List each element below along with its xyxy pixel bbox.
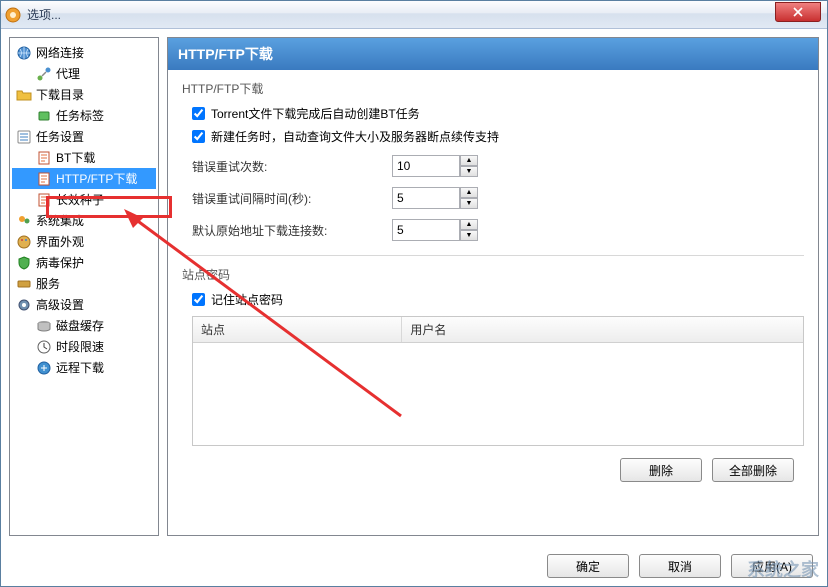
remote-icon <box>36 360 52 376</box>
group-http: HTTP/FTP下载 <box>182 80 804 97</box>
gear-icon <box>16 297 32 313</box>
globe-icon <box>16 45 32 61</box>
tree-item-9[interactable]: 界面外观 <box>12 231 156 252</box>
checkbox-query-filesize[interactable] <box>192 130 205 143</box>
tree-item-11[interactable]: 服务 <box>12 273 156 294</box>
tree-item-label: 远程下载 <box>56 359 104 376</box>
tree-item-label: 任务设置 <box>36 128 84 145</box>
tag-icon <box>36 108 52 124</box>
tree-item-14[interactable]: 时段限速 <box>12 336 156 357</box>
tree-item-10[interactable]: 病毒保护 <box>12 252 156 273</box>
label-remember-password: 记住站点密码 <box>211 291 283 308</box>
tree-item-label: 网络连接 <box>36 44 84 61</box>
tree-item-label: 界面外观 <box>36 233 84 250</box>
tree-item-1[interactable]: 代理 <box>12 63 156 84</box>
page-icon <box>36 192 52 208</box>
titlebar: 选项... <box>1 1 827 29</box>
page-icon <box>36 171 52 187</box>
palette-icon <box>16 234 32 250</box>
input-retry-count[interactable] <box>392 155 460 177</box>
delete-all-button[interactable]: 全部删除 <box>712 458 794 482</box>
tree-item-label: 高级设置 <box>36 296 84 313</box>
spin-up-retry-count[interactable]: ▲ <box>460 155 478 166</box>
input-retry-interval[interactable] <box>392 187 460 209</box>
tree-item-13[interactable]: 磁盘缓存 <box>12 315 156 336</box>
ok-button[interactable]: 确定 <box>547 554 629 578</box>
spin-down-connections[interactable]: ▼ <box>460 230 478 241</box>
checkbox-remember-password[interactable] <box>192 293 205 306</box>
label-auto-create-bt: Torrent文件下载完成后自动创建BT任务 <box>211 105 420 122</box>
tree-item-0[interactable]: 网络连接 <box>12 42 156 63</box>
group-site-password: 站点密码 <box>182 266 804 283</box>
checkbox-auto-create-bt[interactable] <box>192 107 205 120</box>
divider <box>182 255 804 256</box>
tree-item-7[interactable]: 长效种子 <box>12 189 156 210</box>
tree-item-15[interactable]: 远程下载 <box>12 357 156 378</box>
app-icon <box>5 7 21 23</box>
tree-item-label: 长效种子 <box>56 191 104 208</box>
spin-up-retry-interval[interactable]: ▲ <box>460 187 478 198</box>
tasks-icon <box>16 129 32 145</box>
tree-item-4[interactable]: 任务设置 <box>12 126 156 147</box>
input-connections[interactable] <box>392 219 460 241</box>
cancel-button[interactable]: 取消 <box>639 554 721 578</box>
users-icon <box>16 213 32 229</box>
window-title: 选项... <box>27 6 823 23</box>
settings-panel: HTTP/FTP下载 HTTP/FTP下载 Torrent文件下载完成后自动创建… <box>167 37 819 536</box>
spin-down-retry-interval[interactable]: ▼ <box>460 198 478 209</box>
tree-item-label: HTTP/FTP下载 <box>56 170 137 187</box>
close-button[interactable] <box>775 2 821 22</box>
tree-item-12[interactable]: 高级设置 <box>12 294 156 315</box>
tree-item-2[interactable]: 下载目录 <box>12 84 156 105</box>
label-connections: 默认原始地址下载连接数: <box>192 222 392 239</box>
label-retry-interval: 错误重试间隔时间(秒): <box>192 190 392 207</box>
column-site[interactable]: 站点 <box>193 317 402 342</box>
spin-up-connections[interactable]: ▲ <box>460 219 478 230</box>
tree-item-6[interactable]: HTTP/FTP下载 <box>12 168 156 189</box>
settings-tree[interactable]: 网络连接代理下载目录任务标签任务设置 BT下载 HTTP/FTP下载长效种子系统集成… <box>9 37 159 536</box>
network-icon <box>36 66 52 82</box>
tree-item-8[interactable]: 系统集成 <box>12 210 156 231</box>
tree-item-label: BT下载 <box>56 149 95 166</box>
tree-item-label: 下载目录 <box>36 86 84 103</box>
page-icon <box>36 150 52 166</box>
tree-item-label: 系统集成 <box>36 212 84 229</box>
tree-item-label: 代理 <box>56 65 80 82</box>
site-password-table[interactable]: 站点 用户名 <box>192 316 804 446</box>
tree-item-5[interactable]: BT下载 <box>12 147 156 168</box>
folder-icon <box>16 87 32 103</box>
tree-item-label: 病毒保护 <box>36 254 84 271</box>
service-icon <box>16 276 32 292</box>
disk-icon <box>36 318 52 334</box>
tree-item-3[interactable]: 任务标签 <box>12 105 156 126</box>
delete-button[interactable]: 删除 <box>620 458 702 482</box>
apply-button[interactable]: 应用(A) <box>731 554 813 578</box>
column-username[interactable]: 用户名 <box>402 317 803 342</box>
clock-icon <box>36 339 52 355</box>
panel-title: HTTP/FTP下载 <box>168 38 818 70</box>
tree-item-label: 磁盘缓存 <box>56 317 104 334</box>
shield-icon <box>16 255 32 271</box>
label-query-filesize: 新建任务时，自动查询文件大小及服务器断点续传支持 <box>211 128 499 145</box>
tree-item-label: 服务 <box>36 275 60 292</box>
tree-item-label: 任务标签 <box>56 107 104 124</box>
label-retry-count: 错误重试次数: <box>192 158 392 175</box>
spin-down-retry-count[interactable]: ▼ <box>460 166 478 177</box>
tree-item-label: 时段限速 <box>56 338 104 355</box>
